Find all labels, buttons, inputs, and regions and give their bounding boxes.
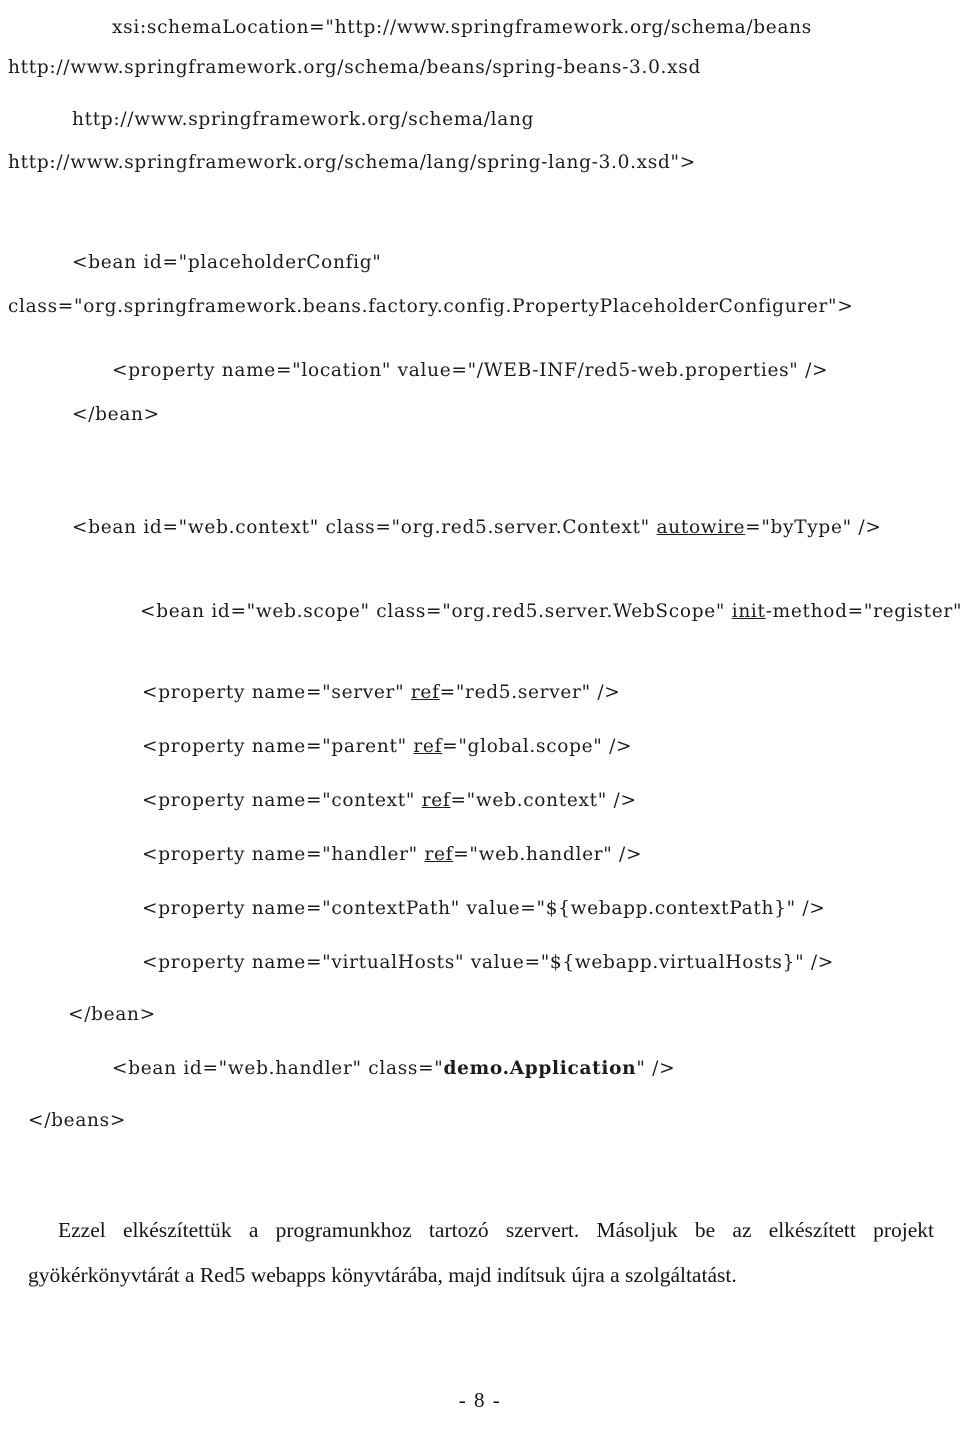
code-line: <bean id="placeholderConfig" [72, 243, 382, 283]
code-text: <property name="contextPath" value="${we… [142, 898, 826, 919]
code-text: http://www.springframework.org/schema/la… [8, 152, 696, 173]
code-line: </bean> [72, 395, 160, 435]
code-text: </bean> [72, 404, 160, 425]
code-line: <property name="parent" ref="global.scop… [142, 727, 632, 767]
code-line: <bean id="web.handler" class="demo.Appli… [112, 1049, 675, 1089]
code-underlined-token: init [731, 601, 766, 622]
code-line: </beans> [28, 1101, 126, 1141]
code-line: http://www.springframework.org/schema/la… [72, 100, 534, 140]
code-text: <property name="location" value="/WEB-IN… [112, 360, 829, 381]
code-text: </beans> [28, 1110, 127, 1131]
code-text: class="org.springframework.beans.factory… [8, 296, 854, 317]
code-line: <property name="handler" ref="web.handle… [142, 835, 642, 875]
body-paragraph: Ezzel elkészítettük a programunkhoz tart… [28, 1217, 934, 1287]
code-text: xsi:schemaLocation="http://www.springfra… [112, 17, 812, 38]
code-text: </bean> [68, 1004, 156, 1025]
code-line: <property name="context" ref="web.contex… [142, 781, 637, 821]
code-text: <bean id="web.scope" class="org.red5.ser… [140, 601, 732, 622]
code-line: <bean id="web.scope" class="org.red5.ser… [140, 592, 960, 632]
code-text-tail: " /> [636, 1058, 676, 1079]
code-line: <property name="location" value="/WEB-IN… [112, 351, 828, 391]
document-page: xsi:schemaLocation="http://www.springfra… [0, 0, 960, 1442]
code-underlined-token: autowire [656, 517, 746, 538]
code-line: <bean id="web.context" class="org.red5.s… [72, 508, 882, 548]
code-text: <property name="virtualHosts" value="${w… [142, 952, 834, 973]
code-underlined-token: ref [410, 682, 440, 703]
code-line: class="org.springframework.beans.factory… [8, 287, 853, 327]
code-text: <bean id="web.context" class="org.red5.s… [72, 517, 657, 538]
code-text-tail: -method="register"> [765, 601, 960, 622]
code-line: <property name="contextPath" value="${we… [142, 889, 826, 929]
code-text-tail: ="red5.server" /> [439, 682, 621, 703]
code-text: <property name="context" [142, 790, 422, 811]
code-text: <bean id="placeholderConfig" [72, 252, 382, 273]
code-line: http://www.springframework.org/schema/la… [8, 143, 696, 183]
code-text-tail: ="web.handler" /> [453, 844, 643, 865]
code-text: http://www.springframework.org/schema/la… [72, 109, 535, 130]
page-number: - 8 - [458, 1388, 502, 1412]
code-bold-token: demo.Application [443, 1058, 637, 1079]
code-line: <property name="server" ref="red5.server… [142, 673, 621, 713]
code-line: <property name="virtualHosts" value="${w… [142, 943, 834, 983]
code-text-tail: ="web.context" /> [450, 790, 637, 811]
code-line: xsi:schemaLocation="http://www.springfra… [112, 8, 812, 48]
code-text: <property name="server" [142, 682, 411, 703]
code-text: <bean id="web.handler" class=" [112, 1058, 444, 1079]
code-line: </bean> [68, 995, 156, 1035]
code-text: <property name="parent" [142, 736, 414, 757]
code-text-tail: ="byType" /> [745, 517, 882, 538]
code-text: <property name="handler" [142, 844, 425, 865]
code-underlined-token: ref [421, 790, 451, 811]
code-text: http://www.springframework.org/schema/be… [8, 57, 701, 78]
code-underlined-token: ref [413, 736, 443, 757]
code-underlined-token: ref [424, 844, 454, 865]
code-text-tail: ="global.scope" /> [442, 736, 633, 757]
code-line: http://www.springframework.org/schema/be… [8, 48, 701, 88]
